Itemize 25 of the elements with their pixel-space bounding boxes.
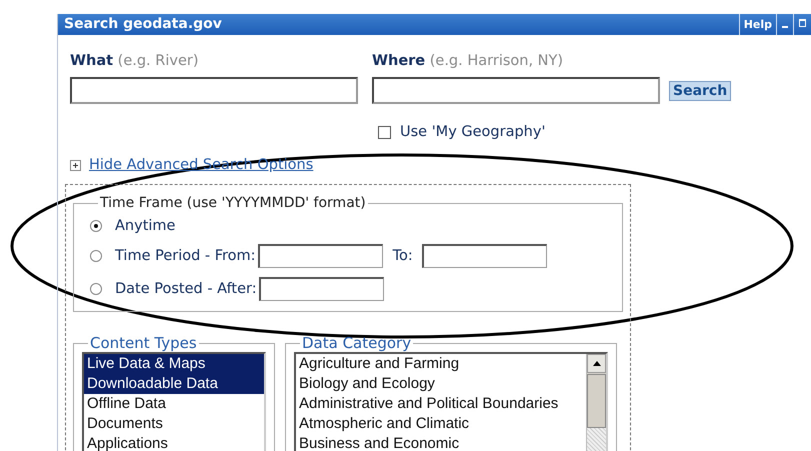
list-item[interactable]: Applications xyxy=(84,434,264,451)
radio-label: Date Posted - After: xyxy=(115,280,257,296)
list-item[interactable]: Live Data & Maps xyxy=(84,354,264,374)
window-title: Search geodata.gov xyxy=(63,15,223,34)
list-item[interactable]: Atmospheric and Climatic xyxy=(296,414,586,434)
group-legend: Content Types xyxy=(88,334,199,352)
content-types-list[interactable]: Live Data & Maps Downloadable Data Offline Data Documents Applications xyxy=(82,352,266,451)
list-item[interactable]: Agriculture and Farming xyxy=(296,354,586,374)
list-item[interactable]: Offline Data xyxy=(84,394,264,414)
data-category-list[interactable]: Agriculture and Farming Biology and Ecology Administrative and Political Boundaries Atmospheric and Climatic Business and Economic xyxy=(294,352,608,451)
group-legend: Time Frame (use 'YYYYMMDD' format) xyxy=(98,195,368,211)
field-label: What (e.g. River) xyxy=(70,53,200,69)
to-label: To: xyxy=(392,248,413,264)
list-item[interactable]: Business and Economic xyxy=(296,434,586,451)
group-legend: Data Category xyxy=(300,334,414,352)
field-label: Where (e.g. Harrison, NY) xyxy=(372,53,564,69)
search-button[interactable]: Search xyxy=(669,81,732,101)
checkbox-label: Use 'My Geography' xyxy=(400,124,546,140)
list-item[interactable]: Administrative and Political Boundaries xyxy=(296,394,586,414)
list-item[interactable]: Documents xyxy=(84,414,264,434)
radio-label: Anytime xyxy=(115,218,176,234)
radio-label: Time Period - From: xyxy=(115,248,256,264)
list-item[interactable]: Biology and Ecology xyxy=(296,374,586,394)
list-item[interactable]: Downloadable Data xyxy=(84,374,264,394)
help-button[interactable]: Help xyxy=(738,14,776,35)
